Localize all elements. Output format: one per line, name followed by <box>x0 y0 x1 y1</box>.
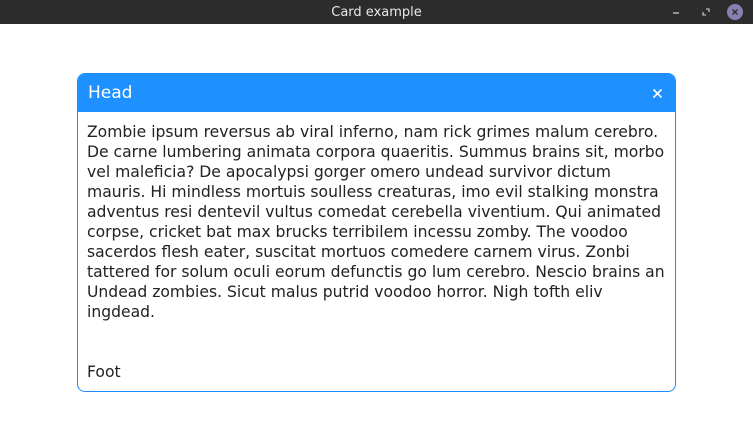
maximize-button[interactable] <box>697 3 715 21</box>
card-body-text: Zombie ipsum reversus ab viral inferno, … <box>87 123 665 321</box>
card-header: Head <box>78 74 675 112</box>
close-icon <box>652 88 662 98</box>
window-close-button[interactable] <box>727 4 743 20</box>
minimize-button[interactable] <box>667 3 685 21</box>
card-footer: Foot <box>87 363 121 381</box>
card-close-button[interactable] <box>649 85 665 101</box>
card-head-label: Head <box>88 83 133 103</box>
window-titlebar[interactable]: Card example <box>0 0 753 24</box>
minimize-icon <box>673 12 679 14</box>
restore-icon <box>702 8 710 16</box>
window-title: Card example <box>331 5 422 20</box>
app-window: Card example Head Zombie ipsum reversus … <box>0 0 753 442</box>
close-icon <box>732 9 738 15</box>
